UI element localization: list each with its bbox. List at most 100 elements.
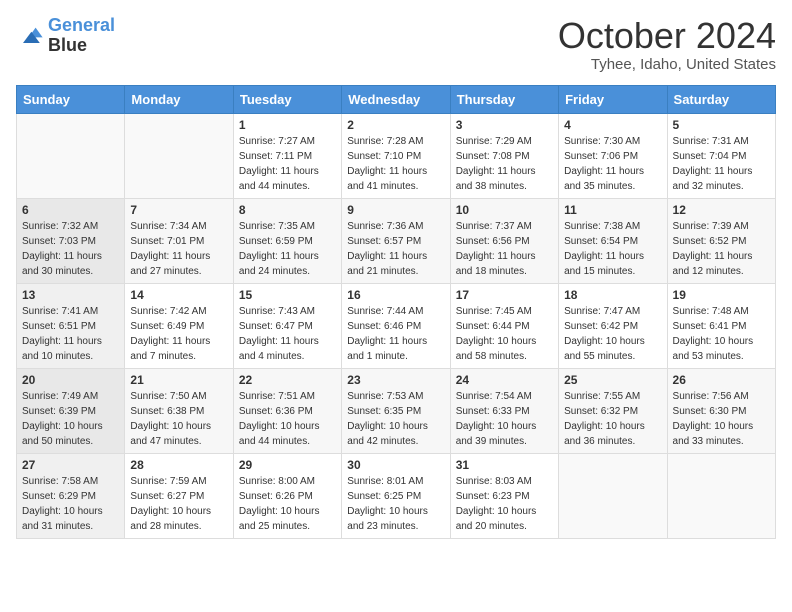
day-number: 9 — [347, 203, 444, 217]
day-detail: Sunrise: 7:53 AMSunset: 6:35 PMDaylight:… — [347, 389, 444, 449]
calendar-cell: 24Sunrise: 7:54 AMSunset: 6:33 PMDayligh… — [450, 368, 558, 453]
day-number: 15 — [239, 288, 336, 302]
calendar-cell: 12Sunrise: 7:39 AMSunset: 6:52 PMDayligh… — [667, 198, 775, 283]
calendar-week-5: 27 Sunrise: 7:58 AMSunset: 6:29 PMDayligh… — [17, 453, 776, 538]
calendar-week-1: 1Sunrise: 7:27 AMSunset: 7:11 PMDaylight… — [17, 113, 776, 198]
day-detail: Sunrise: 7:31 AMSunset: 7:04 PMDaylight:… — [673, 134, 770, 194]
day-detail: Sunrise: 7:49 AMSunset: 6:39 PMDaylight:… — [22, 389, 119, 449]
day-detail: Sunrise: 7:47 AMSunset: 6:42 PMDaylight:… — [564, 304, 661, 364]
day-detail: Sunrise: 7:55 AMSunset: 6:32 PMDaylight:… — [564, 389, 661, 449]
day-number: 13 — [22, 288, 119, 302]
day-detail: Sunrise: 8:00 AMSunset: 6:26 PMDaylight:… — [239, 474, 336, 534]
day-number: 10 — [456, 203, 553, 217]
calendar-cell: 19Sunrise: 7:48 AMSunset: 6:41 PMDayligh… — [667, 283, 775, 368]
day-detail: Sunrise: 7:28 AMSunset: 7:10 PMDaylight:… — [347, 134, 444, 194]
day-detail: Sunrise: 7:36 AMSunset: 6:57 PMDaylight:… — [347, 219, 444, 279]
day-number: 20 — [22, 373, 119, 387]
calendar-cell: 28 Sunrise: 7:59 AMSunset: 6:27 PMDayligh… — [125, 453, 233, 538]
calendar-week-3: 13Sunrise: 7:41 AMSunset: 6:51 PMDayligh… — [17, 283, 776, 368]
logo-icon — [16, 22, 44, 50]
day-detail: Sunrise: 7:59 AMSunset: 6:27 PMDaylight:… — [130, 474, 227, 534]
calendar-cell: 13Sunrise: 7:41 AMSunset: 6:51 PMDayligh… — [17, 283, 125, 368]
weekday-header-tuesday: Tuesday — [233, 85, 341, 113]
calendar-cell: 21 Sunrise: 7:50 AMSunset: 6:38 PMDayligh… — [125, 368, 233, 453]
day-number: 18 — [564, 288, 661, 302]
day-detail: Sunrise: 7:48 AMSunset: 6:41 PMDaylight:… — [673, 304, 770, 364]
day-number: 22 — [239, 373, 336, 387]
day-detail: Sunrise: 7:42 AMSunset: 6:49 PMDaylight:… — [130, 304, 227, 364]
title-area: October 2024 Tyhee, Idaho, United States — [558, 16, 776, 73]
day-number: 12 — [673, 203, 770, 217]
weekday-header-monday: Monday — [125, 85, 233, 113]
calendar-cell: 27 Sunrise: 7:58 AMSunset: 6:29 PMDayligh… — [17, 453, 125, 538]
calendar-cell — [17, 113, 125, 198]
calendar-cell: 26 Sunrise: 7:56 AMSunset: 6:30 PMDayligh… — [667, 368, 775, 453]
logo-line2: Blue — [48, 36, 115, 56]
calendar-cell: 18 Sunrise: 7:47 AMSunset: 6:42 PMDayligh… — [559, 283, 667, 368]
day-detail: Sunrise: 7:56 AMSunset: 6:30 PMDaylight:… — [673, 389, 770, 449]
calendar-week-4: 20 Sunrise: 7:49 AMSunset: 6:39 PMDayligh… — [17, 368, 776, 453]
day-detail: Sunrise: 7:58 AMSunset: 6:29 PMDaylight:… — [22, 474, 119, 534]
day-number: 6 — [22, 203, 119, 217]
weekday-header-wednesday: Wednesday — [342, 85, 450, 113]
day-detail: Sunrise: 7:51 AMSunset: 6:36 PMDaylight:… — [239, 389, 336, 449]
day-number: 17 — [456, 288, 553, 302]
day-detail: Sunrise: 7:37 AMSunset: 6:56 PMDaylight:… — [456, 219, 553, 279]
day-detail: Sunrise: 8:01 AMSunset: 6:25 PMDaylight:… — [347, 474, 444, 534]
day-number: 5 — [673, 118, 770, 132]
calendar-cell: 7 Sunrise: 7:34 AMSunset: 7:01 PMDaylight… — [125, 198, 233, 283]
day-number: 16 — [347, 288, 444, 302]
calendar-cell: 10 Sunrise: 7:37 AMSunset: 6:56 PMDayligh… — [450, 198, 558, 283]
day-number: 21 — [130, 373, 227, 387]
weekday-header-friday: Friday — [559, 85, 667, 113]
day-detail: Sunrise: 7:29 AMSunset: 7:08 PMDaylight:… — [456, 134, 553, 194]
day-number: 24 — [456, 373, 553, 387]
logo-line1: General — [48, 15, 115, 35]
day-number: 14 — [130, 288, 227, 302]
sub-title: Tyhee, Idaho, United States — [558, 56, 776, 73]
day-number: 27 — [22, 458, 119, 472]
day-number: 28 — [130, 458, 227, 472]
day-detail: Sunrise: 7:34 AMSunset: 7:01 PMDaylight:… — [130, 219, 227, 279]
calendar-cell: 11 Sunrise: 7:38 AMSunset: 6:54 PMDayligh… — [559, 198, 667, 283]
day-number: 4 — [564, 118, 661, 132]
day-number: 26 — [673, 373, 770, 387]
logo-text: General Blue — [48, 16, 115, 56]
day-detail: Sunrise: 7:30 AMSunset: 7:06 PMDaylight:… — [564, 134, 661, 194]
day-detail: Sunrise: 7:45 AMSunset: 6:44 PMDaylight:… — [456, 304, 553, 364]
day-detail: Sunrise: 7:27 AMSunset: 7:11 PMDaylight:… — [239, 134, 336, 194]
day-number: 11 — [564, 203, 661, 217]
calendar-cell: 31 Sunrise: 8:03 AMSunset: 6:23 PMDayligh… — [450, 453, 558, 538]
weekday-header-sunday: Sunday — [17, 85, 125, 113]
calendar-cell — [125, 113, 233, 198]
day-detail: Sunrise: 8:03 AMSunset: 6:23 PMDaylight:… — [456, 474, 553, 534]
calendar-cell: 4 Sunrise: 7:30 AMSunset: 7:06 PMDaylight… — [559, 113, 667, 198]
calendar-cell: 22 Sunrise: 7:51 AMSunset: 6:36 PMDayligh… — [233, 368, 341, 453]
day-detail: Sunrise: 7:32 AMSunset: 7:03 PMDaylight:… — [22, 219, 119, 279]
day-number: 8 — [239, 203, 336, 217]
day-number: 3 — [456, 118, 553, 132]
logo: General Blue — [16, 16, 115, 56]
day-number: 29 — [239, 458, 336, 472]
weekday-header-saturday: Saturday — [667, 85, 775, 113]
main-title: October 2024 — [558, 16, 776, 56]
calendar-cell: 6 Sunrise: 7:32 AMSunset: 7:03 PMDaylight… — [17, 198, 125, 283]
calendar-cell: 3 Sunrise: 7:29 AMSunset: 7:08 PMDaylight… — [450, 113, 558, 198]
calendar-cell: 23 Sunrise: 7:53 AMSunset: 6:35 PMDayligh… — [342, 368, 450, 453]
day-number: 23 — [347, 373, 444, 387]
day-number: 7 — [130, 203, 227, 217]
calendar-cell: 14 Sunrise: 7:42 AMSunset: 6:49 PMDayligh… — [125, 283, 233, 368]
day-detail: Sunrise: 7:50 AMSunset: 6:38 PMDaylight:… — [130, 389, 227, 449]
day-detail: Sunrise: 7:38 AMSunset: 6:54 PMDaylight:… — [564, 219, 661, 279]
calendar-cell: 15Sunrise: 7:43 AMSunset: 6:47 PMDayligh… — [233, 283, 341, 368]
weekday-header-thursday: Thursday — [450, 85, 558, 113]
day-number: 31 — [456, 458, 553, 472]
calendar-cell: 1Sunrise: 7:27 AMSunset: 7:11 PMDaylight… — [233, 113, 341, 198]
calendar-cell — [667, 453, 775, 538]
weekday-header-row: SundayMondayTuesdayWednesdayThursdayFrid… — [17, 85, 776, 113]
day-number: 25 — [564, 373, 661, 387]
calendar-cell: 5 Sunrise: 7:31 AMSunset: 7:04 PMDaylight… — [667, 113, 775, 198]
calendar-cell: 8Sunrise: 7:35 AMSunset: 6:59 PMDaylight… — [233, 198, 341, 283]
calendar-cell: 9 Sunrise: 7:36 AMSunset: 6:57 PMDaylight… — [342, 198, 450, 283]
calendar-cell: 20 Sunrise: 7:49 AMSunset: 6:39 PMDayligh… — [17, 368, 125, 453]
